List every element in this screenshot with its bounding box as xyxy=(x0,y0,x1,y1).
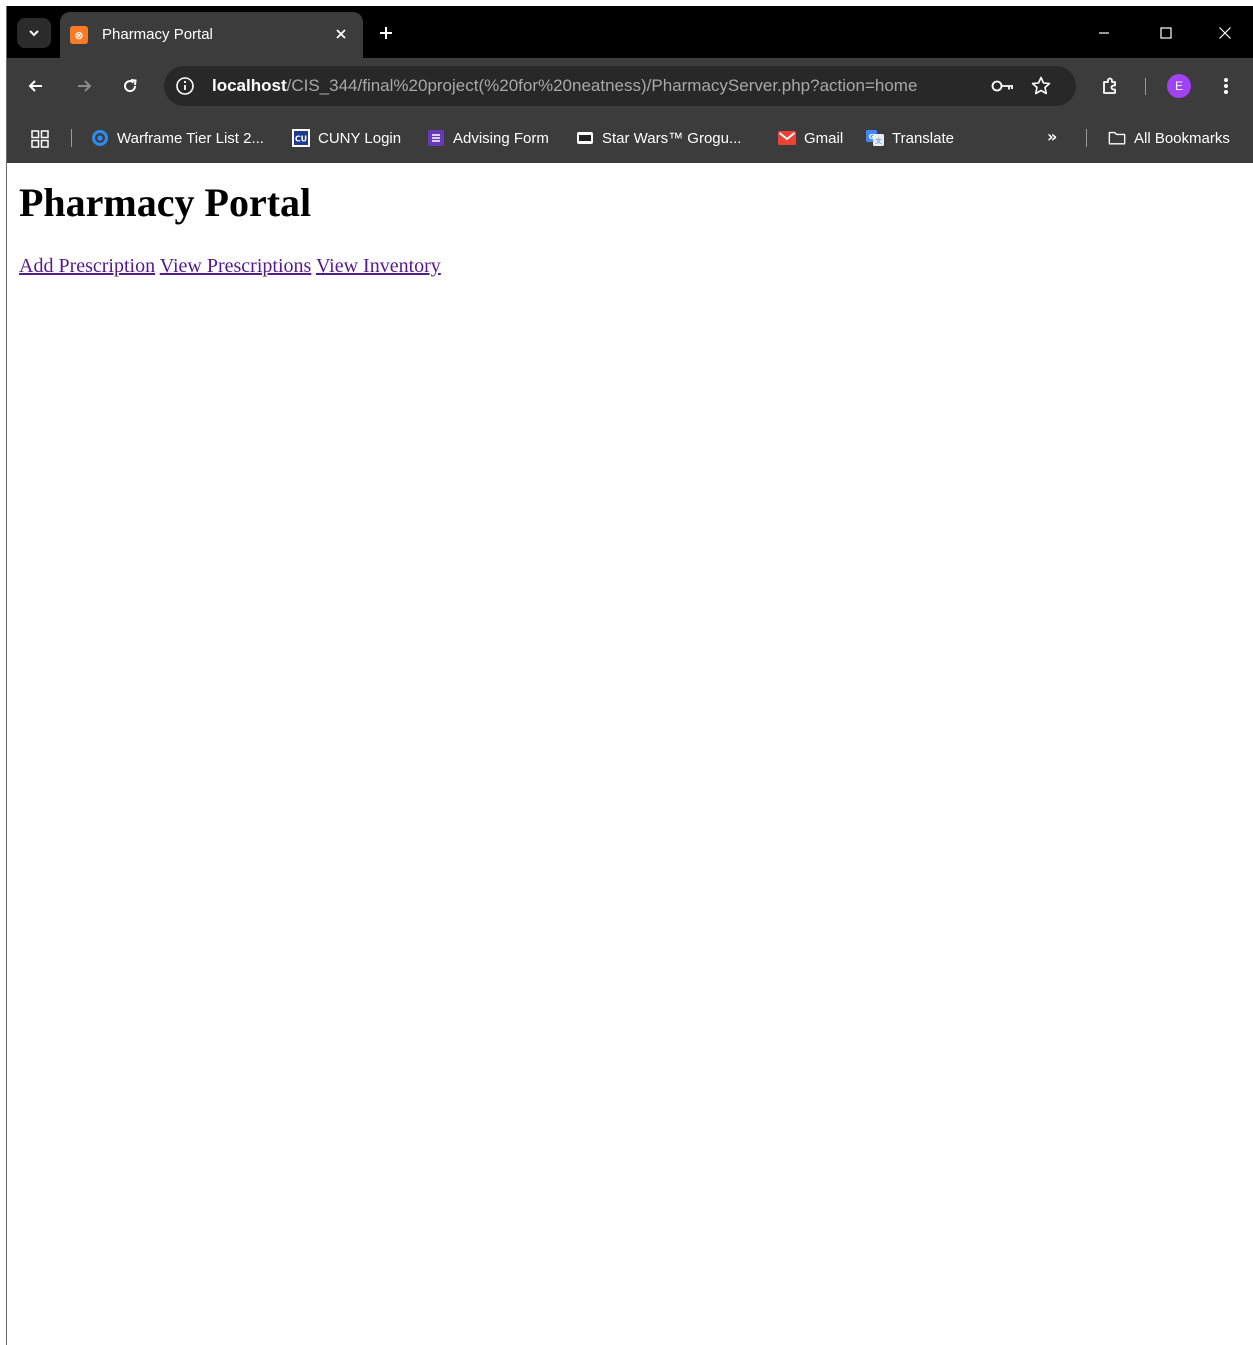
bookmark-advising-form[interactable]: Advising Form xyxy=(427,127,549,149)
bookmark-warframe[interactable]: Warframe Tier List 2... xyxy=(91,127,264,149)
more-bookmarks-button[interactable]: » xyxy=(1047,127,1057,146)
all-bookmarks-button[interactable]: All Bookmarks xyxy=(1108,127,1230,149)
browser-window: ⊗ Pharmacy Portal localhost/CIS_344/fina… xyxy=(6,6,1253,1345)
forward-button[interactable] xyxy=(69,71,99,101)
folder-icon xyxy=(1108,129,1126,147)
close-window-icon xyxy=(1219,27,1231,39)
chevron-down-icon xyxy=(29,30,39,37)
bookmarks-divider xyxy=(1086,129,1087,147)
xampp-favicon-icon: ⊗ xyxy=(70,26,88,44)
bookmarks-divider xyxy=(71,129,72,147)
apps-grid-icon[interactable] xyxy=(31,130,49,148)
bookmark-label: Gmail xyxy=(804,129,844,147)
menu-button[interactable] xyxy=(1211,71,1241,101)
bookmark-star-icon[interactable] xyxy=(1030,75,1052,97)
tab-pharmacy-portal[interactable]: ⊗ Pharmacy Portal xyxy=(60,12,363,58)
minimize-icon xyxy=(1099,32,1109,34)
maximize-icon xyxy=(1160,27,1172,39)
puzzle-icon xyxy=(1103,77,1116,94)
arrow-right-icon xyxy=(78,80,92,92)
view-prescriptions-link[interactable]: View Prescriptions xyxy=(160,255,312,277)
extensions-button[interactable] xyxy=(1095,71,1125,101)
page-content: Pharmacy Portal Add Prescription View Pr… xyxy=(7,163,1253,1345)
new-tab-button[interactable] xyxy=(373,20,399,46)
add-prescription-link[interactable]: Add Prescription xyxy=(19,255,155,277)
bookmark-label: CUNY Login xyxy=(318,129,402,147)
profile-avatar[interactable]: E xyxy=(1167,74,1191,98)
arrow-left-icon xyxy=(28,80,42,92)
browser-toolbar: localhost/CIS_344/final%20project(%20for… xyxy=(7,58,1253,113)
more-vert-icon xyxy=(1224,78,1228,94)
password-key-icon[interactable] xyxy=(990,76,1016,96)
warframe-icon xyxy=(91,129,109,147)
all-bookmarks-label: All Bookmarks xyxy=(1134,129,1230,147)
reload-button[interactable] xyxy=(115,71,145,101)
plus-icon xyxy=(380,27,392,39)
tab-close-button[interactable] xyxy=(331,24,351,44)
svg-text:G: G xyxy=(869,133,875,141)
close-icon xyxy=(336,29,346,39)
address-bar[interactable]: localhost/CIS_344/final%20project(%20for… xyxy=(164,66,1076,106)
svg-text:文: 文 xyxy=(875,136,882,145)
lego-icon xyxy=(576,129,594,147)
view-inventory-link[interactable]: View Inventory xyxy=(316,255,441,277)
bookmark-label: Advising Form xyxy=(453,129,549,147)
toolbar-divider xyxy=(1145,78,1146,95)
cuny-icon: CU xyxy=(292,129,310,147)
bookmarks-bar: Warframe Tier List 2... CU CUNY Login Ad… xyxy=(7,113,1253,163)
forms-icon xyxy=(427,129,445,147)
bookmark-label: Warframe Tier List 2... xyxy=(117,129,264,147)
page-title: Pharmacy Portal xyxy=(19,180,312,225)
bookmark-label: Star Wars™ Grogu... xyxy=(602,129,742,147)
bookmark-label: Translate xyxy=(892,129,954,147)
translate-icon: G 文 xyxy=(866,129,884,147)
url-text[interactable]: localhost/CIS_344/final%20project(%20for… xyxy=(212,76,917,96)
svg-text:CU: CU xyxy=(295,135,307,144)
bookmark-star-wars[interactable]: Star Wars™ Grogu... xyxy=(576,127,741,149)
reload-icon xyxy=(124,79,137,93)
tab-strip: ⊗ Pharmacy Portal xyxy=(7,6,1253,58)
close-window-button[interactable] xyxy=(1210,18,1240,48)
bookmark-gmail[interactable]: Gmail xyxy=(778,127,843,149)
info-icon[interactable] xyxy=(174,75,196,97)
tab-search-button[interactable] xyxy=(17,18,51,48)
bookmark-cuny-login[interactable]: CU CUNY Login xyxy=(292,127,401,149)
url-host: localhost xyxy=(212,76,287,95)
bookmark-translate[interactable]: G 文 Translate xyxy=(866,127,954,149)
minimize-button[interactable] xyxy=(1089,18,1119,48)
tab-title: Pharmacy Portal xyxy=(102,26,213,43)
maximize-button[interactable] xyxy=(1151,18,1181,48)
url-path: /CIS_344/final%20project(%20for%20neatne… xyxy=(286,76,918,95)
main-nav: Add Prescription View Prescriptions View… xyxy=(19,255,441,278)
gmail-icon xyxy=(778,129,796,147)
back-button[interactable] xyxy=(21,71,51,101)
